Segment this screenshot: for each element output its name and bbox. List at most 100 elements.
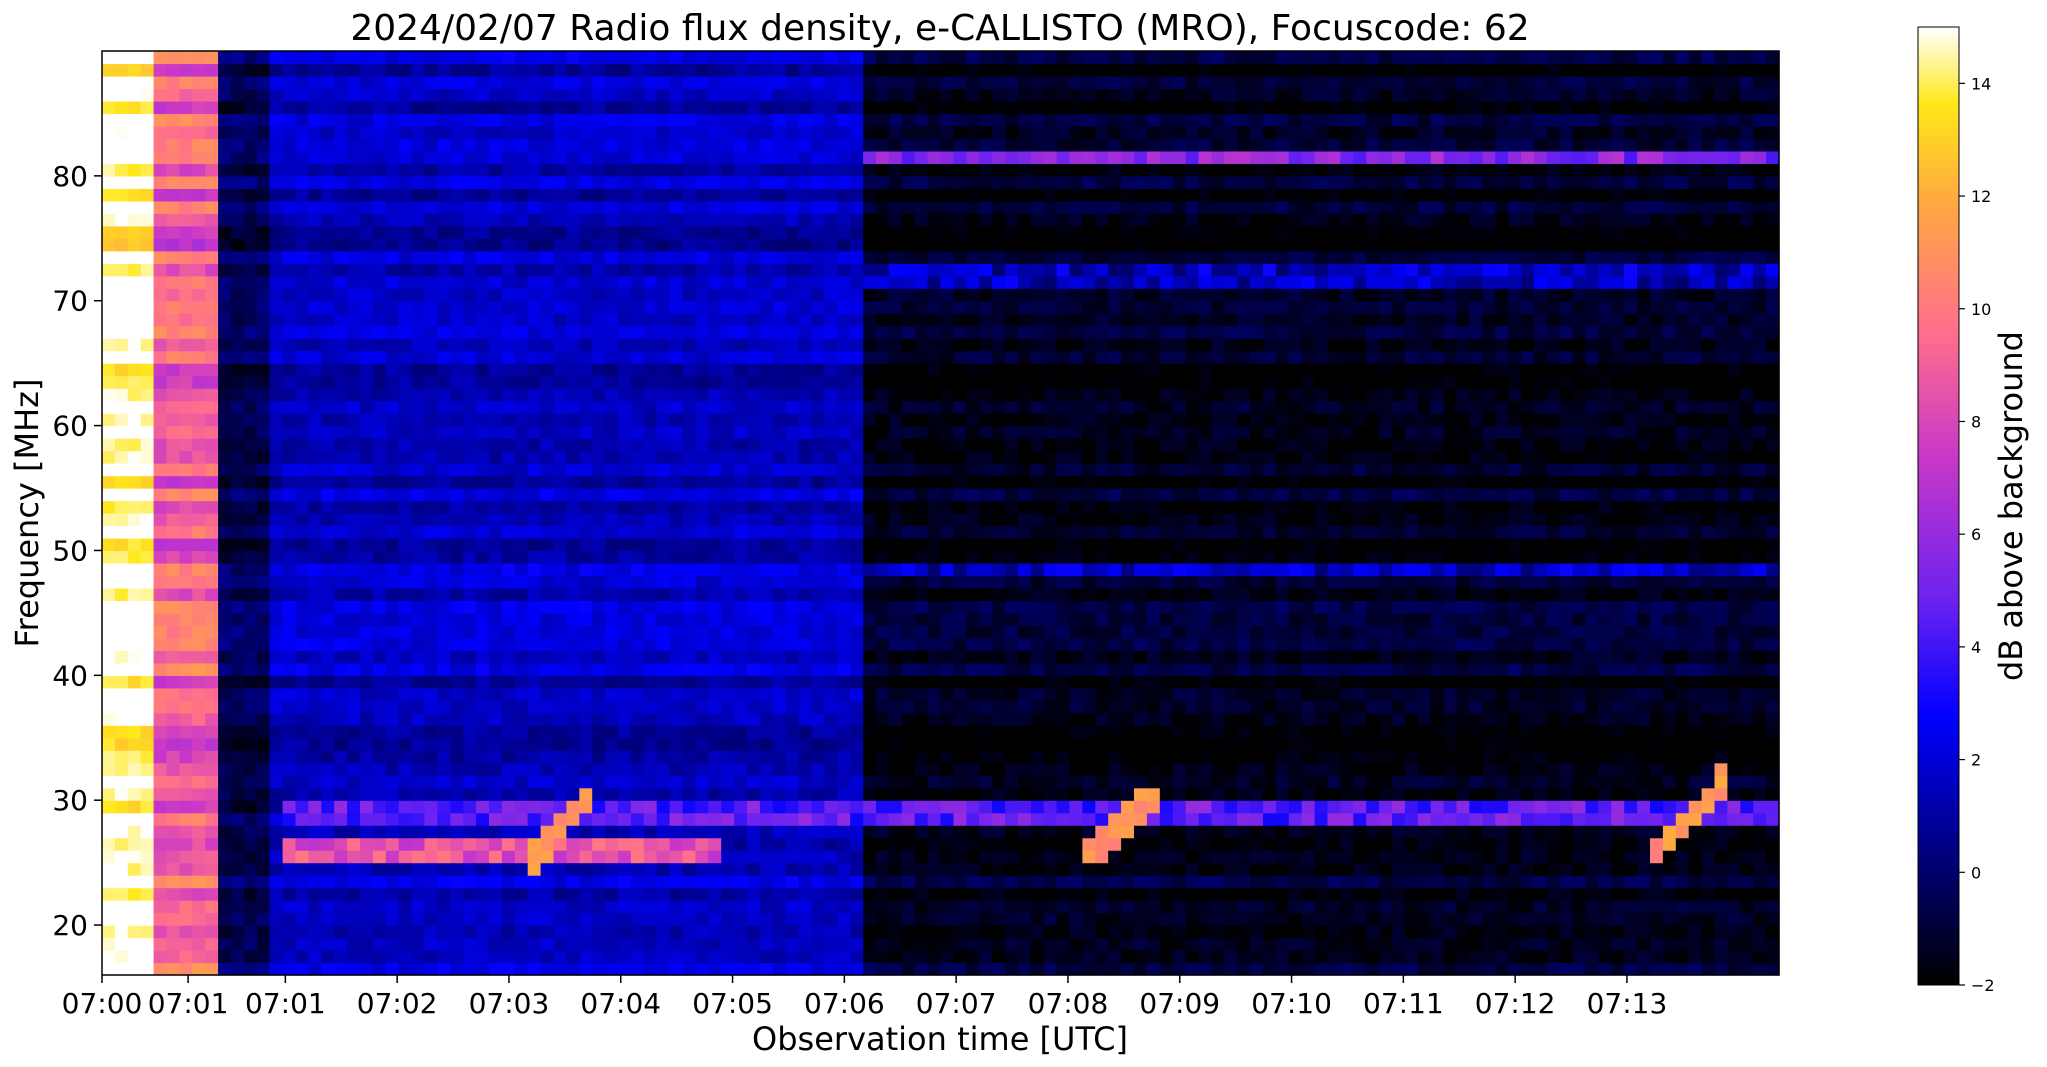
heatmap-cell [553, 737, 567, 751]
heatmap-cell [166, 513, 180, 527]
heatmap-cell [514, 625, 529, 639]
heatmap-cell [527, 475, 542, 489]
heatmap-cell [321, 463, 335, 477]
heatmap-cell [321, 950, 335, 964]
heatmap-cell [527, 450, 542, 464]
heatmap-cell [540, 612, 555, 626]
heatmap-cell [102, 125, 116, 140]
heatmap-cell [218, 650, 232, 664]
heatmap-cell [798, 488, 813, 502]
heatmap-cell [656, 787, 671, 801]
heatmap-cell [501, 900, 516, 914]
heatmap-cell [643, 363, 658, 377]
heatmap-cell [127, 712, 142, 726]
heatmap-cell [618, 350, 632, 364]
heatmap-cell [618, 338, 632, 352]
heatmap-cell [863, 750, 877, 764]
heatmap-cell [953, 238, 967, 252]
heatmap-cell [927, 687, 942, 701]
heatmap-cell [863, 375, 877, 389]
heatmap-cell [927, 263, 942, 277]
heatmap-cell [863, 500, 877, 514]
heatmap-cell [347, 200, 361, 214]
heatmap-cell [682, 575, 696, 589]
heatmap-cell [334, 213, 348, 227]
heatmap-cell [540, 88, 555, 102]
heatmap-cell [501, 375, 516, 389]
heatmap-cell [953, 812, 967, 826]
heatmap-cell [527, 125, 542, 140]
heatmap-cell [424, 263, 438, 277]
heatmap-cell [953, 550, 967, 564]
heatmap-cell [592, 887, 606, 901]
heatmap-cell [914, 225, 929, 239]
heatmap-cell [179, 600, 193, 614]
heatmap-cell [914, 712, 929, 726]
heatmap-cell [192, 925, 206, 939]
heatmap-cell [489, 213, 503, 227]
heatmap-cell [269, 113, 284, 127]
heatmap-cell [476, 950, 490, 964]
heatmap-cell [876, 737, 890, 751]
heatmap-cell [282, 725, 297, 739]
heatmap-cell [643, 900, 658, 914]
heatmap-cell [566, 712, 580, 726]
heatmap-cell [708, 587, 722, 602]
heatmap-cell [179, 450, 193, 464]
heatmap-cell [295, 737, 309, 751]
heatmap-cell [476, 662, 490, 676]
heatmap-cell [824, 363, 838, 377]
heatmap-cell [966, 875, 980, 889]
heatmap-cell [282, 900, 297, 914]
heatmap-cell [888, 51, 903, 65]
heatmap-cell [243, 787, 258, 801]
heatmap-cell [218, 675, 232, 689]
heatmap-cell [256, 513, 271, 527]
heatmap-cell [643, 500, 658, 514]
heatmap-cell [114, 575, 129, 589]
heatmap-cell [411, 150, 426, 164]
heatmap-cell [605, 51, 619, 65]
heatmap-cell [695, 88, 709, 102]
heatmap-cell [398, 950, 413, 964]
heatmap-cell [295, 188, 309, 202]
heatmap-cell [863, 525, 877, 539]
heatmap-cell [114, 188, 129, 202]
heatmap-cell [398, 850, 413, 864]
heatmap-cell [321, 887, 335, 901]
heatmap-cell [953, 712, 967, 726]
heatmap-cell [218, 937, 232, 951]
heatmap-cell [114, 737, 129, 751]
heatmap-cell [656, 163, 671, 177]
heatmap-cell [669, 238, 684, 252]
heatmap-cell [360, 51, 374, 65]
heatmap-cell [759, 200, 774, 214]
heatmap-cell [501, 350, 516, 364]
heatmap-cell [618, 175, 632, 189]
heatmap-cell [682, 425, 696, 439]
heatmap-cell [411, 125, 426, 140]
heatmap-cell [540, 150, 555, 164]
heatmap-cell [734, 400, 748, 414]
heatmap-cell [540, 75, 555, 90]
heatmap-cell [914, 200, 929, 214]
heatmap-cell [385, 438, 400, 452]
heatmap-cell [734, 113, 748, 127]
heatmap-cell [476, 313, 490, 327]
heatmap-cell [476, 525, 490, 539]
heatmap-cell [334, 488, 348, 502]
heatmap-cell [618, 325, 632, 339]
heatmap-cell [888, 537, 903, 552]
heatmap-cell [295, 225, 309, 239]
heatmap-cell [463, 937, 477, 951]
heatmap-cell [153, 425, 168, 439]
heatmap-cell [179, 550, 193, 564]
heatmap-cell [643, 400, 658, 414]
heatmap-cell [901, 762, 916, 776]
heatmap-cell [243, 837, 258, 851]
heatmap-cell [901, 288, 916, 302]
heatmap-cell [734, 700, 748, 714]
heatmap-cell [218, 513, 232, 527]
heatmap-cell [759, 950, 774, 964]
heatmap-cell [927, 675, 942, 689]
